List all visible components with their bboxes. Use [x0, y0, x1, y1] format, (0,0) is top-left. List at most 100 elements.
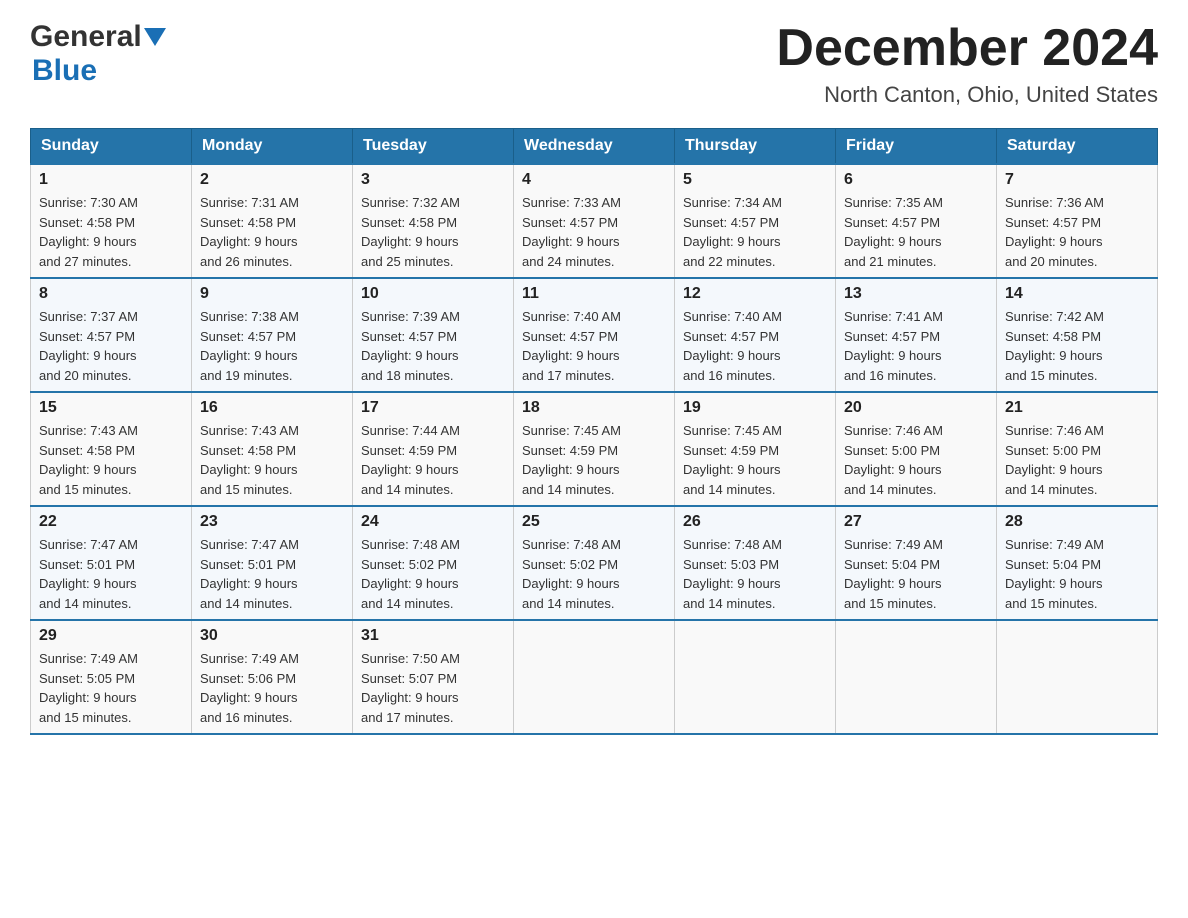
- sunrise-label: Sunrise: 7:38 AM: [200, 309, 299, 324]
- sunset-label: Sunset: 4:57 PM: [683, 215, 779, 230]
- daylight-minutes: and 16 minutes.: [200, 710, 293, 725]
- daylight-minutes: and 15 minutes.: [200, 482, 293, 497]
- col-saturday: Saturday: [997, 129, 1158, 165]
- day-info: Sunrise: 7:45 AM Sunset: 4:59 PM Dayligh…: [522, 421, 666, 499]
- day-number: 22: [39, 513, 183, 531]
- calendar-cell: [836, 620, 997, 734]
- day-number: 24: [361, 513, 505, 531]
- sunrise-label: Sunrise: 7:40 AM: [522, 309, 621, 324]
- sunrise-label: Sunrise: 7:40 AM: [683, 309, 782, 324]
- calendar-cell: 28 Sunrise: 7:49 AM Sunset: 5:04 PM Dayl…: [997, 506, 1158, 620]
- daylight-label: Daylight: 9 hours: [39, 690, 137, 705]
- sunset-label: Sunset: 4:57 PM: [361, 329, 457, 344]
- day-number: 17: [361, 399, 505, 417]
- day-info: Sunrise: 7:46 AM Sunset: 5:00 PM Dayligh…: [844, 421, 988, 499]
- calendar-week-2: 8 Sunrise: 7:37 AM Sunset: 4:57 PM Dayli…: [31, 278, 1158, 392]
- calendar-cell: 20 Sunrise: 7:46 AM Sunset: 5:00 PM Dayl…: [836, 392, 997, 506]
- daylight-label: Daylight: 9 hours: [361, 690, 459, 705]
- daylight-minutes: and 15 minutes.: [1005, 368, 1098, 383]
- daylight-minutes: and 17 minutes.: [522, 368, 615, 383]
- day-number: 5: [683, 171, 827, 189]
- calendar-cell: 5 Sunrise: 7:34 AM Sunset: 4:57 PM Dayli…: [675, 164, 836, 278]
- sunrise-label: Sunrise: 7:39 AM: [361, 309, 460, 324]
- logo-blue: Blue: [32, 54, 97, 88]
- daylight-label: Daylight: 9 hours: [39, 348, 137, 363]
- calendar-title: December 2024: [776, 20, 1158, 77]
- calendar-cell: 31 Sunrise: 7:50 AM Sunset: 5:07 PM Dayl…: [353, 620, 514, 734]
- daylight-label: Daylight: 9 hours: [200, 348, 298, 363]
- day-info: Sunrise: 7:37 AM Sunset: 4:57 PM Dayligh…: [39, 307, 183, 385]
- sunset-label: Sunset: 5:02 PM: [361, 557, 457, 572]
- daylight-label: Daylight: 9 hours: [1005, 234, 1103, 249]
- day-number: 26: [683, 513, 827, 531]
- day-number: 23: [200, 513, 344, 531]
- calendar-cell: 17 Sunrise: 7:44 AM Sunset: 4:59 PM Dayl…: [353, 392, 514, 506]
- day-number: 19: [683, 399, 827, 417]
- sunrise-label: Sunrise: 7:43 AM: [39, 423, 138, 438]
- daylight-minutes: and 14 minutes.: [200, 596, 293, 611]
- day-info: Sunrise: 7:30 AM Sunset: 4:58 PM Dayligh…: [39, 193, 183, 271]
- sunset-label: Sunset: 4:58 PM: [39, 443, 135, 458]
- daylight-minutes: and 14 minutes.: [683, 596, 776, 611]
- day-number: 14: [1005, 285, 1149, 303]
- sunrise-label: Sunrise: 7:32 AM: [361, 195, 460, 210]
- daylight-minutes: and 14 minutes.: [361, 482, 454, 497]
- sunset-label: Sunset: 4:57 PM: [683, 329, 779, 344]
- calendar-cell: 7 Sunrise: 7:36 AM Sunset: 4:57 PM Dayli…: [997, 164, 1158, 278]
- day-number: 15: [39, 399, 183, 417]
- calendar-cell: 21 Sunrise: 7:46 AM Sunset: 5:00 PM Dayl…: [997, 392, 1158, 506]
- sunrise-label: Sunrise: 7:44 AM: [361, 423, 460, 438]
- calendar-cell: 16 Sunrise: 7:43 AM Sunset: 4:58 PM Dayl…: [192, 392, 353, 506]
- calendar-cell: 10 Sunrise: 7:39 AM Sunset: 4:57 PM Dayl…: [353, 278, 514, 392]
- calendar-cell: 30 Sunrise: 7:49 AM Sunset: 5:06 PM Dayl…: [192, 620, 353, 734]
- daylight-label: Daylight: 9 hours: [200, 690, 298, 705]
- day-number: 2: [200, 171, 344, 189]
- sunset-label: Sunset: 4:57 PM: [522, 215, 618, 230]
- sunset-label: Sunset: 4:59 PM: [683, 443, 779, 458]
- day-number: 4: [522, 171, 666, 189]
- daylight-minutes: and 21 minutes.: [844, 254, 937, 269]
- calendar-cell: 9 Sunrise: 7:38 AM Sunset: 4:57 PM Dayli…: [192, 278, 353, 392]
- daylight-label: Daylight: 9 hours: [522, 234, 620, 249]
- daylight-label: Daylight: 9 hours: [361, 576, 459, 591]
- daylight-minutes: and 19 minutes.: [200, 368, 293, 383]
- calendar-subtitle: North Canton, Ohio, United States: [776, 82, 1158, 108]
- daylight-minutes: and 17 minutes.: [361, 710, 454, 725]
- calendar-cell: 22 Sunrise: 7:47 AM Sunset: 5:01 PM Dayl…: [31, 506, 192, 620]
- day-number: 25: [522, 513, 666, 531]
- daylight-label: Daylight: 9 hours: [683, 348, 781, 363]
- day-number: 29: [39, 627, 183, 645]
- day-info: Sunrise: 7:48 AM Sunset: 5:02 PM Dayligh…: [361, 535, 505, 613]
- calendar-cell: 6 Sunrise: 7:35 AM Sunset: 4:57 PM Dayli…: [836, 164, 997, 278]
- daylight-minutes: and 26 minutes.: [200, 254, 293, 269]
- day-info: Sunrise: 7:50 AM Sunset: 5:07 PM Dayligh…: [361, 649, 505, 727]
- sunrise-label: Sunrise: 7:43 AM: [200, 423, 299, 438]
- calendar-cell: 18 Sunrise: 7:45 AM Sunset: 4:59 PM Dayl…: [514, 392, 675, 506]
- daylight-label: Daylight: 9 hours: [844, 462, 942, 477]
- sunrise-label: Sunrise: 7:35 AM: [844, 195, 943, 210]
- day-info: Sunrise: 7:40 AM Sunset: 4:57 PM Dayligh…: [683, 307, 827, 385]
- daylight-minutes: and 15 minutes.: [39, 710, 132, 725]
- day-info: Sunrise: 7:49 AM Sunset: 5:05 PM Dayligh…: [39, 649, 183, 727]
- col-monday: Monday: [192, 129, 353, 165]
- daylight-minutes: and 15 minutes.: [844, 596, 937, 611]
- daylight-label: Daylight: 9 hours: [200, 576, 298, 591]
- day-info: Sunrise: 7:48 AM Sunset: 5:02 PM Dayligh…: [522, 535, 666, 613]
- day-info: Sunrise: 7:46 AM Sunset: 5:00 PM Dayligh…: [1005, 421, 1149, 499]
- day-number: 6: [844, 171, 988, 189]
- day-number: 12: [683, 285, 827, 303]
- sunset-label: Sunset: 5:06 PM: [200, 671, 296, 686]
- sunrise-label: Sunrise: 7:47 AM: [39, 537, 138, 552]
- daylight-minutes: and 16 minutes.: [844, 368, 937, 383]
- day-info: Sunrise: 7:44 AM Sunset: 4:59 PM Dayligh…: [361, 421, 505, 499]
- sunset-label: Sunset: 5:01 PM: [200, 557, 296, 572]
- sunrise-label: Sunrise: 7:49 AM: [39, 651, 138, 666]
- daylight-minutes: and 15 minutes.: [1005, 596, 1098, 611]
- day-info: Sunrise: 7:42 AM Sunset: 4:58 PM Dayligh…: [1005, 307, 1149, 385]
- day-number: 11: [522, 285, 666, 303]
- sunrise-label: Sunrise: 7:49 AM: [200, 651, 299, 666]
- calendar-cell: 26 Sunrise: 7:48 AM Sunset: 5:03 PM Dayl…: [675, 506, 836, 620]
- daylight-label: Daylight: 9 hours: [683, 234, 781, 249]
- sunrise-label: Sunrise: 7:45 AM: [522, 423, 621, 438]
- sunrise-label: Sunrise: 7:46 AM: [844, 423, 943, 438]
